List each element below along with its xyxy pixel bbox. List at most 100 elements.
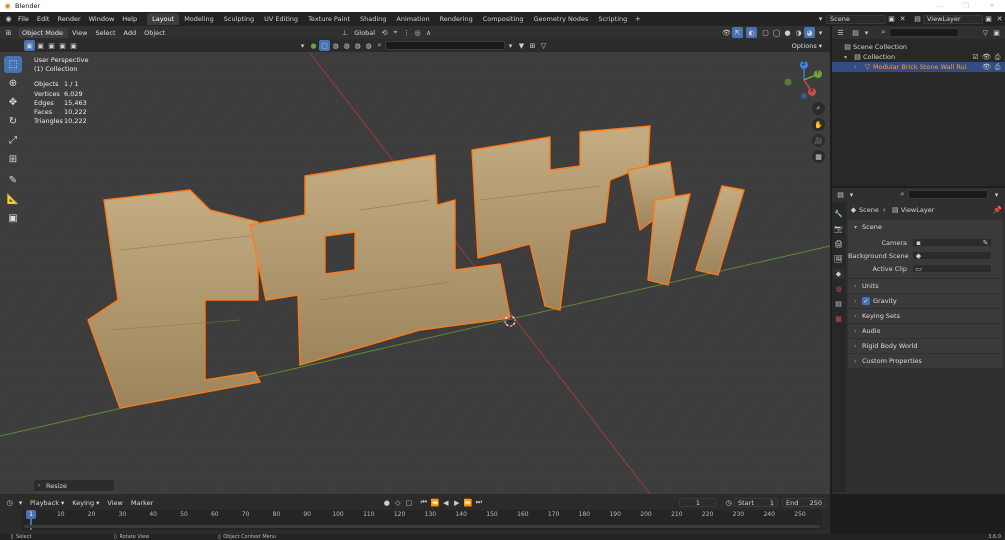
panel-units[interactable]: › Units [848,279,1003,293]
new-view-layer-icon[interactable]: ▣ [983,14,994,25]
collection-tab-icon[interactable]: ▤ [833,298,844,309]
tab-sculpting[interactable]: Sculpting [219,13,259,25]
viewport-toggle-c-icon[interactable]: ◍ [352,40,363,51]
tab-texture-paint[interactable]: Texture Paint [303,13,355,25]
select-difference-icon[interactable]: ▣ [57,40,68,51]
tab-shading[interactable]: Shading [355,13,391,25]
blender-menu-icon[interactable]: ◉ [3,14,14,25]
select-extend-icon[interactable]: ▣ [35,40,46,51]
properties-search-input[interactable] [908,190,988,199]
camera-icon[interactable]: ⎙ [992,62,1003,73]
viewport-toggle-a-icon[interactable]: ◍ [330,40,341,51]
tab-modeling[interactable]: Modeling [179,13,219,25]
scene-tab-icon[interactable]: ◆ [833,268,844,279]
menu-render[interactable]: Render [53,14,84,24]
panel-audio[interactable]: › Audio [848,324,1003,338]
falloff-icon[interactable]: ∧ [423,27,434,38]
menu-add[interactable]: Add [120,28,141,38]
shading-material-icon[interactable]: ◑ [793,27,804,38]
play-icon[interactable]: ▶ [451,497,462,508]
camera-view-icon[interactable]: 🎥 [812,134,825,147]
view-layer-selector[interactable]: ViewLayer [923,14,983,24]
chevron-down-icon[interactable]: ▾ [991,189,1002,200]
cursor-tool-icon[interactable]: ⊕ [4,75,22,92]
timeline-scrollbar[interactable] [24,525,820,528]
tab-layout[interactable]: Layout [147,13,180,25]
select-box-icon[interactable]: ▣ [24,40,35,51]
panel-keying-sets[interactable]: › Keying Sets [848,309,1003,323]
prev-keyframe-icon[interactable]: ⏪ [429,497,440,508]
menu-select[interactable]: Select [91,28,119,38]
tab-scripting[interactable]: Scripting [593,13,632,25]
menu-keying[interactable]: Keying ▾ [68,498,103,508]
orientation-selector[interactable]: Global [350,28,379,38]
tab-compositing[interactable]: Compositing [478,13,529,25]
add-workspace-icon[interactable]: + [632,14,643,25]
select-tool-icon[interactable]: ⬚ [4,56,22,73]
outliner-search-input[interactable] [889,28,959,37]
timeline-ruler[interactable]: 1 10 20 30 40 50 60 70 80 90 100 110 120 130 140 150 16… [22,510,822,530]
ortho-toggle-icon[interactable]: ▦ [812,150,825,163]
record-icon[interactable]: ● [381,497,392,508]
shading-solid-icon[interactable]: ● [782,27,793,38]
search-options-icon[interactable]: ▾ [505,40,516,51]
properties-editor-icon[interactable]: ▤ [835,189,846,200]
jump-end-icon[interactable]: ⏭ [473,497,484,508]
active-clip-field[interactable]: ▭ [912,264,992,273]
close-icon[interactable]: ✕ [979,1,1005,12]
options-button[interactable]: Options ▾ [788,41,826,51]
menu-timeline-view[interactable]: View [103,498,126,508]
object-type-icon[interactable]: ▢ [319,40,330,51]
outliner-row-object[interactable]: › ▽ Modular Brick Stone Wall Ruin Set I … [832,62,1005,72]
delete-view-layer-icon[interactable]: ✕ [994,14,1005,25]
overlay-toggle-icon[interactable]: ◐ [746,27,757,38]
select-subtract-icon[interactable]: ▣ [46,40,57,51]
tab-geometry-nodes[interactable]: Geometry Nodes [529,13,594,25]
scene-icon[interactable]: ▾ [815,14,826,25]
checkbox-icon[interactable]: ☑ [970,52,981,63]
current-frame-field[interactable]: 1 [679,498,717,507]
gizmo-toggle-icon[interactable]: ⇱ [732,27,743,38]
render-tab-icon[interactable]: 📷 [833,223,844,234]
menu-playback[interactable]: Playback ▾ [26,498,68,508]
start-frame-field[interactable]: Start 1 [734,498,778,507]
shading-rendered-icon[interactable]: ◕ [804,27,815,38]
view-layer-tab-icon[interactable]: 🖼 [833,253,844,264]
pivot-point-icon[interactable]: ⟲ [379,27,390,38]
filter-icon[interactable]: ▽ [980,27,991,38]
tab-rendering[interactable]: Rendering [435,13,478,25]
panel-scene[interactable]: ▾ Scene [848,220,1003,234]
tool-tab-icon[interactable]: 🔧 [833,208,844,219]
funnel-icon[interactable]: ▽ [538,40,549,51]
snap-target-icon[interactable]: ⋮ [401,27,412,38]
delete-scene-icon[interactable]: ✕ [897,14,908,25]
play-reverse-icon[interactable]: ◀ [440,497,451,508]
end-frame-field[interactable]: End 250 [782,498,826,507]
snap-icon[interactable]: ⌖ [390,27,401,38]
zoom-icon[interactable]: ⌕ [812,102,825,115]
panel-custom-properties[interactable]: › Custom Properties [848,354,1003,368]
panel-gravity[interactable]: › ✓ Gravity [848,294,1003,308]
camera-field[interactable]: ▪ ✎ [912,238,992,247]
3d-viewport[interactable] [0,26,830,494]
shading-wireframe-icon[interactable]: ◯ [771,27,782,38]
menu-object[interactable]: Object [140,28,169,38]
chevron-right-icon[interactable]: › [854,64,862,71]
transform-orientation-icon[interactable]: ⊥ [339,27,350,38]
collection-filter-icon[interactable]: ⊞ [527,40,538,51]
navigation-gizmo[interactable]: Z Y X [782,58,826,102]
pan-icon[interactable]: ✋ [812,118,825,131]
next-keyframe-icon[interactable]: ⏩ [462,497,473,508]
menu-marker[interactable]: Marker [127,498,157,508]
new-collection-icon[interactable]: ▣ [991,27,1002,38]
chevron-down-icon[interactable]: ▾ [844,54,852,61]
menu-window[interactable]: Window [85,14,119,24]
add-cube-tool-icon[interactable]: ▣ [4,210,22,227]
move-tool-icon[interactable]: ✥ [4,94,22,111]
scene-selector[interactable]: Scene [826,14,886,24]
timeline-editor-icon[interactable]: ◷ [4,497,15,508]
proportional-edit-icon[interactable]: ◎ [412,27,423,38]
editor-type-icon[interactable]: ⊞ [3,27,14,38]
last-operator-panel[interactable]: › Resize [34,480,114,491]
outliner-row-collection[interactable]: ▾ ▤ Collection ☑ 👁 ⎙ [832,52,1005,62]
